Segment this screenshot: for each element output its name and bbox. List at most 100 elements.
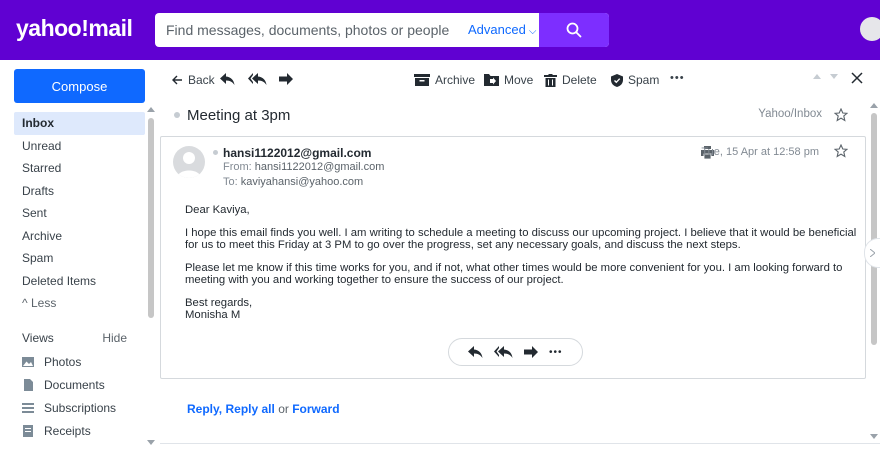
photos-icon — [22, 356, 34, 368]
top-header: yahoo!mail Advanced⌵ — [0, 0, 880, 60]
to-label: To: — [223, 176, 238, 188]
star-icon[interactable] — [834, 144, 848, 158]
left-sidebar: Compose Inbox Unread Starred Drafts Sent… — [0, 60, 160, 458]
advanced-search-button[interactable]: Advanced ⌵ — [468, 22, 536, 37]
forward-icon — [279, 73, 293, 85]
quick-actions-pill: ••• — [448, 338, 583, 366]
chevron-down-icon: ⌵ — [528, 26, 537, 37]
reply-links: Reply, Reply all or Forward — [187, 402, 340, 416]
view-label: Subscriptions — [44, 400, 117, 415]
reply-icon[interactable] — [468, 346, 483, 358]
spam-button[interactable]: Spam — [611, 73, 659, 87]
delete-button[interactable]: Delete — [544, 73, 597, 87]
view-label: Receipts — [44, 423, 91, 438]
sidebar-item-sent[interactable]: Sent — [14, 202, 145, 225]
sidebar-item-unread[interactable]: Unread — [14, 135, 145, 158]
advanced-label: Advanced — [468, 22, 526, 37]
to-address[interactable]: kaviyahansi@yahoo.com — [241, 176, 363, 188]
archive-button[interactable]: Archive — [414, 73, 475, 87]
spam-label: Spam — [628, 73, 660, 87]
compose-button[interactable]: Compose — [14, 69, 145, 103]
back-button[interactable]: Back — [172, 73, 215, 87]
trash-icon — [544, 73, 557, 87]
archive-label: Archive — [435, 73, 476, 87]
body-signature: Monisha M — [185, 309, 241, 321]
folder-move-icon — [484, 74, 499, 86]
sidebar-item-spam[interactable]: Spam — [14, 247, 145, 270]
views-hide-toggle[interactable]: Hide — [102, 331, 127, 345]
folder-label[interactable]: Yahoo/Inbox — [758, 108, 822, 120]
person-icon — [177, 152, 201, 178]
side-panel-toggle[interactable] — [864, 238, 880, 268]
unread-dot — [174, 112, 180, 118]
reply-all-icon[interactable] — [494, 346, 513, 358]
sender-status-dot — [213, 150, 218, 155]
yahoo-mail-logo[interactable]: yahoo!mail — [16, 15, 133, 42]
sender-name[interactable]: hansi1122012@gmail.com — [223, 146, 371, 160]
subscriptions-icon — [22, 402, 34, 414]
to-line: To: kaviyahansi@yahoo.com — [223, 176, 363, 188]
account-avatar[interactable] — [860, 17, 880, 41]
body-paragraph: I hope this email finds you well. I am w… — [185, 226, 857, 252]
scroll-down-arrow-icon[interactable] — [870, 434, 878, 440]
previous-message-button[interactable] — [813, 74, 821, 79]
body-closing: Best regards, — [185, 296, 253, 309]
search-button[interactable] — [539, 13, 609, 47]
reply-link[interactable]: Reply — [187, 402, 219, 416]
move-label: Move — [504, 73, 534, 87]
message-card: hansi1122012@gmail.com From: hansi112201… — [160, 136, 866, 379]
forward-toolbar-button[interactable] — [279, 73, 293, 85]
sidebar-scroll-thumb[interactable] — [148, 118, 154, 318]
message-scroll-thumb[interactable] — [871, 113, 877, 345]
next-message-button[interactable] — [830, 74, 838, 79]
folder-list: Inbox Unread Starred Drafts Sent Archive… — [14, 112, 145, 315]
search-icon — [566, 22, 582, 38]
view-item-photos[interactable]: Photos — [22, 350, 147, 373]
reply-all-link[interactable]: Reply all — [225, 402, 274, 416]
forward-icon[interactable] — [524, 346, 539, 358]
sidebar-less-toggle[interactable]: ^ Less — [14, 292, 145, 315]
reply-comma: , — [218, 402, 223, 416]
documents-icon — [22, 378, 34, 391]
sidebar-scrollbar[interactable] — [147, 106, 155, 451]
from-label: From: — [223, 161, 252, 173]
forward-link[interactable]: Forward — [292, 402, 339, 416]
reply-all-toolbar-button[interactable] — [248, 73, 267, 85]
search-input[interactable] — [155, 13, 455, 47]
message-subject: Meeting at 3pm — [187, 107, 291, 124]
sidebar-item-starred[interactable]: Starred — [14, 157, 145, 180]
move-button[interactable]: Move — [484, 73, 533, 87]
body-greeting: Dear Kaviya, — [185, 204, 250, 216]
close-icon — [851, 72, 863, 84]
chevron-up-icon — [813, 74, 821, 79]
close-message-button[interactable] — [851, 72, 863, 84]
subject-row: Meeting at 3pm Yahoo/Inbox — [160, 100, 872, 136]
divider — [160, 443, 880, 444]
sidebar-item-drafts[interactable]: Drafts — [14, 180, 145, 203]
chevron-down-icon — [830, 74, 838, 79]
star-icon[interactable] — [834, 108, 848, 122]
view-label: Photos — [44, 354, 82, 369]
more-options-button[interactable]: ••• — [549, 347, 563, 358]
message-toolbar: Back Archive Move Delete Spam ••• — [160, 60, 880, 100]
arrow-left-icon — [172, 75, 182, 85]
reply-all-icon — [248, 73, 267, 85]
sender-avatar — [173, 146, 205, 178]
scroll-up-arrow-icon[interactable] — [870, 102, 878, 108]
view-item-subscriptions[interactable]: Subscriptions — [22, 396, 147, 419]
sidebar-item-inbox[interactable]: Inbox — [14, 112, 145, 135]
reply-toolbar-button[interactable] — [220, 73, 235, 85]
more-options-button[interactable]: ••• — [670, 72, 685, 84]
sidebar-item-archive[interactable]: Archive — [14, 225, 145, 248]
view-item-receipts[interactable]: Receipts — [22, 419, 147, 442]
sidebar-item-deleted[interactable]: Deleted Items — [14, 270, 145, 293]
receipts-icon — [22, 424, 34, 437]
message-scrollbar[interactable] — [870, 102, 878, 442]
back-label: Back — [188, 73, 215, 87]
scroll-down-arrow-icon[interactable] — [147, 440, 155, 446]
view-item-documents[interactable]: Documents — [22, 373, 147, 396]
scroll-up-arrow-icon[interactable] — [147, 106, 155, 112]
views-label: Views — [22, 331, 54, 345]
from-address[interactable]: hansi1122012@gmail.com — [255, 161, 385, 173]
shield-icon — [611, 73, 623, 87]
